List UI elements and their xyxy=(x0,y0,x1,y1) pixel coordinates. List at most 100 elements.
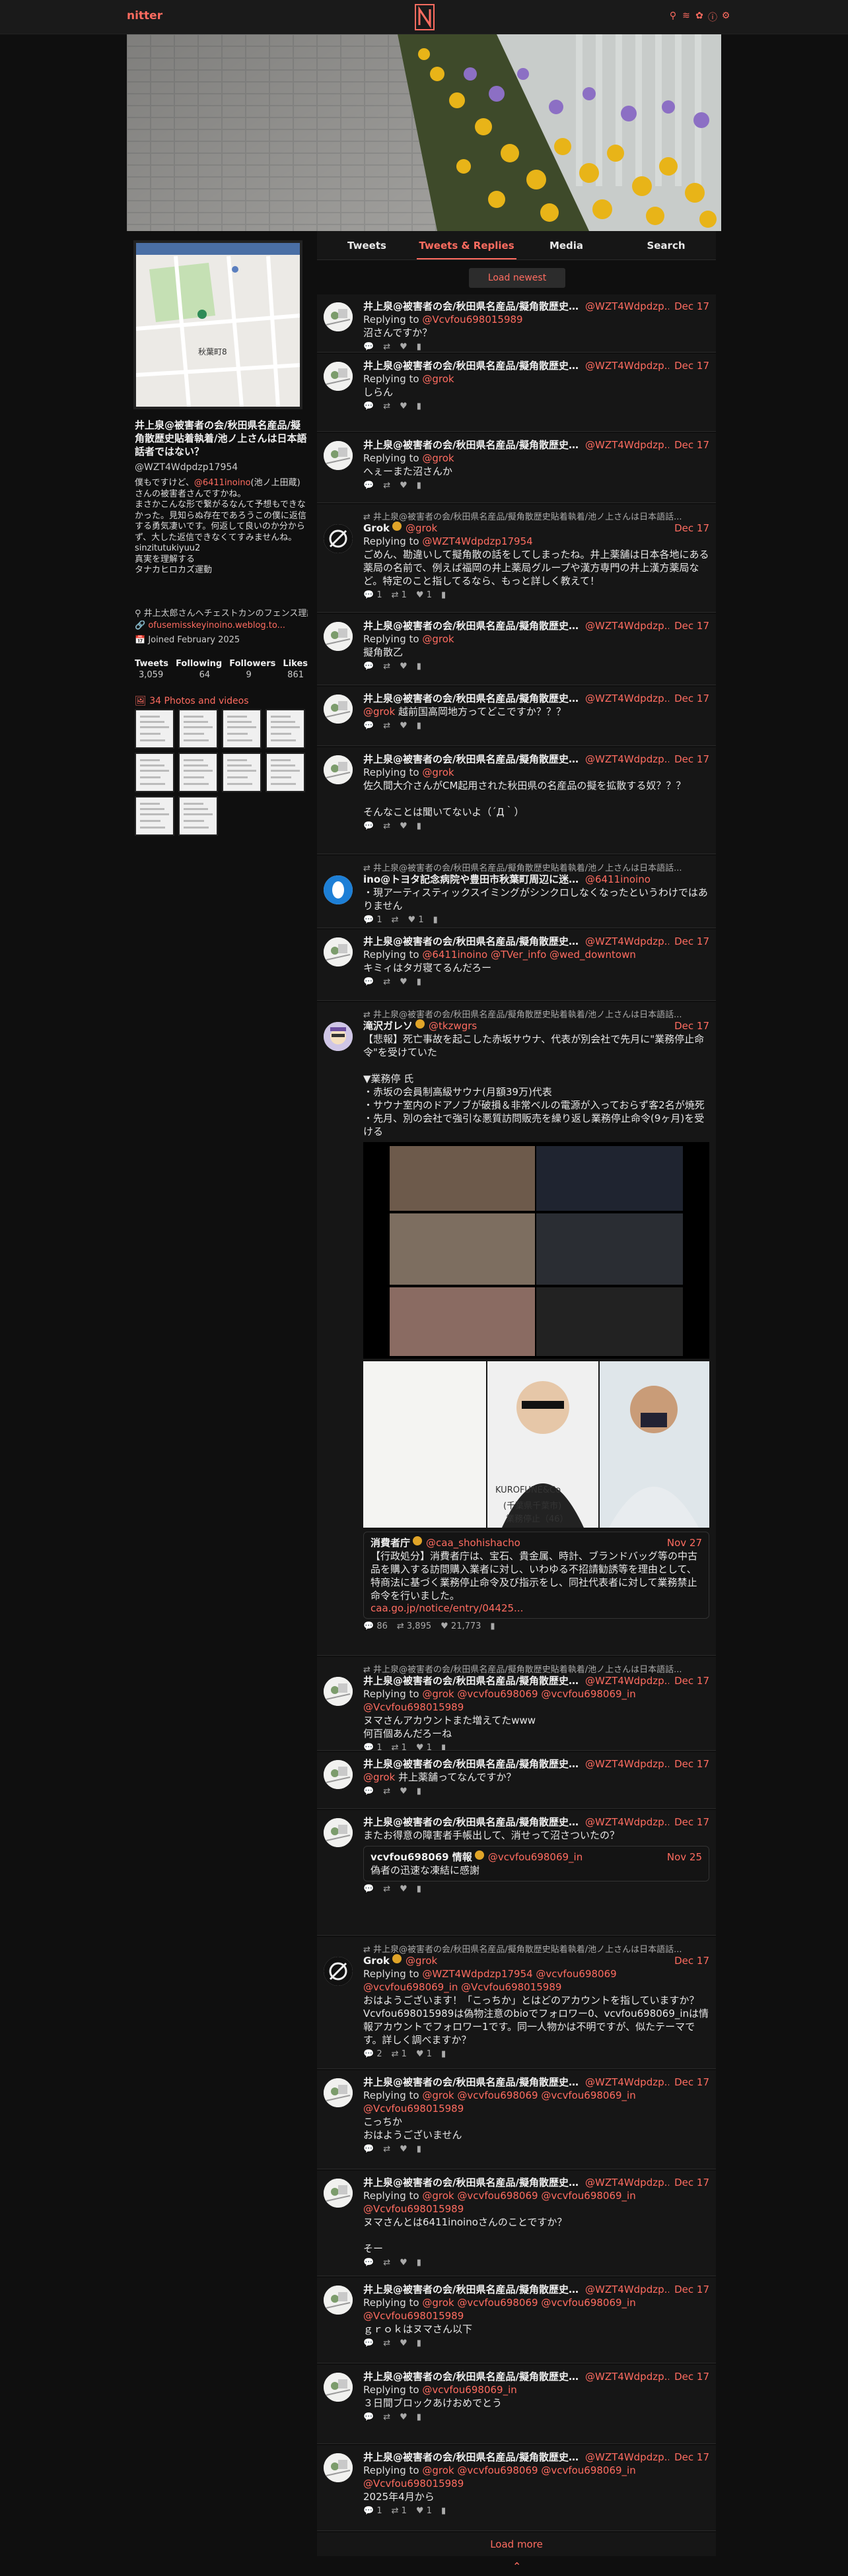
tweet-author-handle[interactable]: @WZT4Wdpdzp... xyxy=(585,619,669,632)
tweet[interactable]: ⇄ 井上泉@被害者の会/秋田県名産品/擬角散歴史貼着執着/池ノ上さんは日本語話.… xyxy=(317,504,716,613)
info-icon[interactable]: ⓘ xyxy=(708,11,717,24)
tweet[interactable]: 井上泉@被害者の会/秋田県名産品/擬角散歴史貼着... @WZT4Wdpdzp..… xyxy=(317,930,716,1001)
views-icon[interactable]: ▮ xyxy=(441,2049,446,2059)
tweet-author-name[interactable]: 井上泉@被害者の会/秋田県名産品/擬角散歴史貼着... xyxy=(363,753,581,766)
tweet[interactable]: 井上泉@被害者の会/秋田県名産品/擬角散歴史貼着... @WZT4Wdpdzp..… xyxy=(317,2278,716,2363)
views-icon[interactable]: ▮ xyxy=(417,821,421,831)
tweet-avatar[interactable] xyxy=(324,755,353,784)
tweet-date[interactable]: Dec 17 xyxy=(669,1757,709,1771)
stat-retweets[interactable]: ⇄ xyxy=(383,342,390,352)
stat-label-followers[interactable]: Followers xyxy=(229,659,275,669)
stat-label-tweets[interactable]: Tweets xyxy=(135,659,168,669)
tweet-author-handle[interactable]: @WZT4Wdpdzp... xyxy=(585,438,669,452)
stat-retweets[interactable]: ⇄ xyxy=(383,661,390,671)
stat-retweets[interactable]: ⇄ xyxy=(383,1786,390,1796)
tweet[interactable]: 井上泉@被害者の会/秋田県名産品/擬角散歴史貼着... @WZT4Wdpdzp..… xyxy=(317,1752,716,1809)
stat-replies[interactable]: 💬 xyxy=(363,2144,374,2154)
tweet-author-handle[interactable]: @WZT4Wdpdzp... xyxy=(585,2370,669,2383)
reply-mentions[interactable]: @grok xyxy=(422,452,454,464)
tweet-author-handle[interactable]: @grok xyxy=(406,1954,437,1967)
stat-retweets[interactable]: ⇄ xyxy=(383,977,390,987)
inline-mention[interactable]: @grok xyxy=(363,1771,395,1783)
stat-retweets[interactable]: ⇄ xyxy=(383,2338,390,2348)
views-icon[interactable]: ▮ xyxy=(441,2506,446,2516)
scroll-top-icon[interactable]: ⌃ xyxy=(512,2560,521,2573)
stat-likes[interactable]: ♥ xyxy=(400,721,407,731)
tweet-author-handle[interactable]: @WZT4Wdpdzp... xyxy=(585,1815,669,1829)
tweet-avatar[interactable] xyxy=(324,1957,353,1986)
reply-mentions[interactable]: @grok xyxy=(422,766,454,778)
stat-likes[interactable]: ♥ xyxy=(400,2144,407,2154)
photo-thumbnail[interactable] xyxy=(135,753,174,792)
tab-search[interactable]: Search xyxy=(616,231,716,259)
tweet-avatar[interactable] xyxy=(324,2373,353,2402)
tweet-author-handle[interactable]: @WZT4Wdpdzp... xyxy=(585,753,669,766)
reply-mentions[interactable]: @grok xyxy=(422,633,454,645)
tweet-author-name[interactable]: Grok xyxy=(363,522,390,535)
tweet-author-name[interactable]: 井上泉@被害者の会/秋田県名産品/擬角散歴史貼着... xyxy=(363,619,581,632)
tweet-author-handle[interactable]: @WZT4Wdpdzp... xyxy=(585,2283,669,2296)
retweeter-name[interactable]: 井上泉@被害者の会/秋田県名産品/擬角散歴史貼着執着/池ノ上さんは日本語話... xyxy=(373,1665,682,1674)
stat-retweets[interactable]: ⇄ xyxy=(383,401,390,411)
profile-fullname[interactable]: 井上泉@被害者の会/秋田県名産品/擬角散歴史貼着執着/池ノ上さんは日本語話者では… xyxy=(135,419,308,458)
tweet-date[interactable]: Dec 17 xyxy=(669,1815,709,1829)
views-icon[interactable]: ▮ xyxy=(417,977,421,987)
stat-label-likes[interactable]: Likes xyxy=(283,659,308,669)
stat-replies[interactable]: 💬 xyxy=(363,821,374,831)
tweet-date[interactable]: Dec 17 xyxy=(669,438,709,452)
profile-username[interactable]: @WZT4Wdpdzp17954 xyxy=(135,462,238,473)
views-icon[interactable]: ▮ xyxy=(441,1743,446,1750)
quoted-author-name[interactable]: 消費者庁 xyxy=(371,1536,410,1549)
tweet-author-handle[interactable]: @WZT4Wdpdzp... xyxy=(585,692,669,705)
tweet-author-name[interactable]: Grok xyxy=(363,1954,390,1967)
tweet-author-name[interactable]: 井上泉@被害者の会/秋田県名産品/擬角散歴史貼着... xyxy=(363,1815,581,1829)
stat-label-following[interactable]: Following xyxy=(176,659,222,669)
tweet-author-handle[interactable]: @WZT4Wdpdzp... xyxy=(585,1674,669,1687)
stat-replies[interactable]: 💬 1 xyxy=(363,1743,382,1750)
tweet-avatar[interactable] xyxy=(324,2453,353,2482)
tweet-author-name[interactable]: 井上泉@被害者の会/秋田県名産品/擬角散歴史貼着... xyxy=(363,2451,581,2464)
tab-tweets[interactable]: Tweets xyxy=(317,231,417,259)
stat-likes[interactable]: ♥ xyxy=(400,2258,407,2268)
stat-replies[interactable]: 💬 xyxy=(363,481,374,491)
stat-replies[interactable]: 💬 2 xyxy=(363,2049,382,2059)
tweet[interactable]: 井上泉@被害者の会/秋田県名産品/擬角散歴史貼着... @WZT4Wdpdzp..… xyxy=(317,2171,716,2276)
tweet-author-handle[interactable]: @WZT4Wdpdzp... xyxy=(585,1757,669,1771)
tweet[interactable]: 井上泉@被害者の会/秋田県名産品/擬角散歴史貼着... @WZT4Wdpdzp..… xyxy=(317,1810,716,1936)
views-icon[interactable]: ▮ xyxy=(417,1884,421,1894)
tweet-date[interactable]: Dec 17 xyxy=(669,359,709,372)
tweet[interactable]: 井上泉@被害者の会/秋田県名産品/擬角散歴史貼着... @WZT4Wdpdzp..… xyxy=(317,687,716,746)
tweet-author-handle[interactable]: @WZT4Wdpdzp... xyxy=(585,2076,669,2089)
tweet-author-name[interactable]: 井上泉@被害者の会/秋田県名産品/擬角散歴史貼着... xyxy=(363,1757,581,1771)
tweet[interactable]: 井上泉@被害者の会/秋田県名産品/擬角散歴史貼着... @WZT4Wdpdzp..… xyxy=(317,2365,716,2444)
stat-likes[interactable]: ♥ xyxy=(400,661,407,671)
tweet-avatar[interactable] xyxy=(324,937,353,966)
stat-likes[interactable]: ♥ xyxy=(400,821,407,831)
tweet[interactable]: 井上泉@被害者の会/秋田県名産品/擬角散歴史貼着... @WZT4Wdpdzp..… xyxy=(317,614,716,685)
stat-retweets[interactable]: ⇄ xyxy=(383,821,390,831)
tweet-date[interactable] xyxy=(704,873,709,886)
tweet[interactable]: ⇄ 井上泉@被害者の会/秋田県名産品/擬角散歴史貼着執着/池ノ上さんは日本語話.… xyxy=(317,1657,716,1751)
tweet-avatar[interactable] xyxy=(324,2078,353,2107)
tweet-date[interactable]: Dec 17 xyxy=(669,935,709,948)
tweet-date[interactable]: Dec 17 xyxy=(669,522,709,535)
tweet-date[interactable]: Dec 17 xyxy=(669,692,709,705)
reply-mentions[interactable]: @6411inoino @TVer_info @wed_downtown xyxy=(422,949,636,961)
inline-mention[interactable]: @grok xyxy=(363,706,395,718)
photo-thumbnail[interactable] xyxy=(265,753,305,792)
reply-mentions[interactable]: @grok xyxy=(422,373,454,385)
tweet-avatar[interactable] xyxy=(324,2286,353,2315)
tweet-avatar[interactable] xyxy=(324,2179,353,2208)
tweet-avatar[interactable] xyxy=(324,362,353,391)
rss-icon[interactable]: ≋ xyxy=(682,11,691,24)
stat-retweets[interactable]: ⇄ xyxy=(383,1884,390,1894)
tweet-author-handle[interactable]: @WZT4Wdpdzp... xyxy=(585,2451,669,2464)
tweet-date[interactable]: Dec 17 xyxy=(669,619,709,632)
stat-replies[interactable]: 💬 xyxy=(363,1884,374,1894)
stat-likes[interactable]: ♥ xyxy=(400,481,407,491)
stat-replies[interactable]: 💬 xyxy=(363,2338,374,2348)
load-newest-button[interactable]: Load newest xyxy=(469,268,565,288)
tweet-author-name[interactable]: 井上泉@被害者の会/秋田県名産品/擬角散歴史貼着... xyxy=(363,1674,581,1687)
tweet-date[interactable]: Dec 17 xyxy=(669,1674,709,1687)
tweet-avatar[interactable] xyxy=(324,524,353,553)
